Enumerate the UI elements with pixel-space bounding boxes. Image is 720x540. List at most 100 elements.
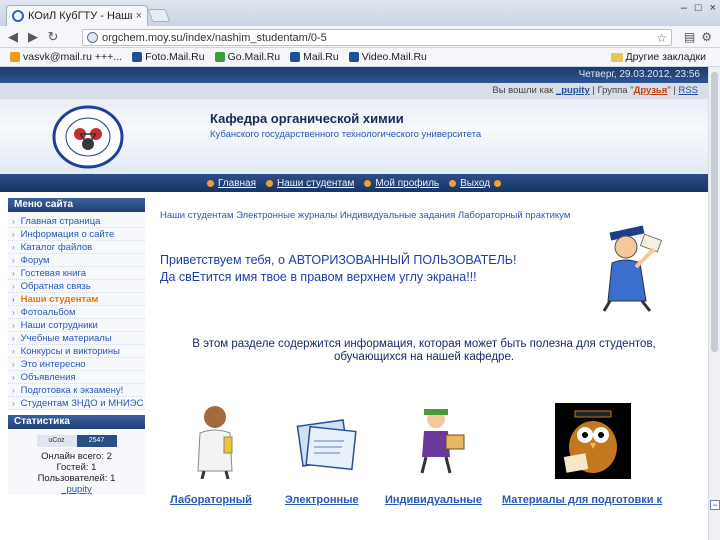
browser-tab[interactable]: КОиЛ КубГТУ - Наши студ × [6,5,148,26]
info-text: В этом разделе содержится информация, ко… [192,338,656,363]
tab-title: КОиЛ КубГТУ - Наши студ [28,10,132,22]
forward-arrow-icon[interactable]: ▶ [26,29,40,45]
maximize-icon[interactable]: □ [695,2,702,14]
arrow-icon: › [12,385,15,395]
nav-logout[interactable]: Выход [449,178,502,189]
online-user-link[interactable]: _pupity [8,484,145,495]
lab-link[interactable]: Лабораторный [170,494,252,506]
other-bookmarks[interactable]: Другие закладки [610,51,706,63]
reload-icon[interactable]: ↻ [46,29,60,45]
sidebar-item[interactable]: › Главная страница [8,215,145,228]
browser-toolbar: ◀ ▶ ↻ orgchem.moy.su/index/nashim_studen… [0,26,720,48]
site-banner: Кафедра органической химии Кубанского го… [0,99,708,174]
sidebar-item[interactable]: › Обратная связь [8,280,145,293]
individual-tasks-image[interactable] [410,405,470,477]
sidebar-item-active[interactable]: › Наши студентам [8,293,145,306]
site-favicon-icon [12,10,24,22]
visit-counter[interactable]: uCoz 2547 [36,435,117,447]
university-subtitle: Кубанского государственного технологичес… [210,129,482,140]
mail-icon [10,52,20,62]
username-link[interactable]: _pupity [556,85,590,96]
arrow-icon: › [12,359,15,369]
site-menu: › Главная страница › Информация о сайте › К… [8,212,145,410]
sidebar-item[interactable]: › Фотоальбом [8,306,145,319]
arrow-icon: › [12,216,15,226]
bullet-icon [494,179,502,187]
sidebar-item[interactable]: › Учебные материалы [8,332,145,345]
graduate-cartoon-icon [602,225,663,312]
arrow-icon: › [12,320,15,330]
department-title: Кафедра органической химии [210,111,404,126]
bullet-icon [449,179,457,187]
window-controls: – □ × [681,2,716,14]
journals-link[interactable]: Электронные [285,494,359,506]
online-count: Онлайн всего: 2 [41,451,112,462]
rss-link[interactable]: RSS [678,85,698,96]
wrench-icon[interactable]: ⚙ [701,30,712,44]
sidebar-item[interactable]: › Студентам ЗНДО и МНИЭС [8,397,145,410]
main-content: Наши студентам Электронные журналы Индив… [150,198,698,538]
bookmark-item[interactable]: Video.Mail.Ru [348,51,427,63]
arrow-icon: › [12,255,15,265]
zoom-minus-icon[interactable]: − [710,500,720,510]
group-link[interactable]: Друзья [634,85,668,96]
bookmarks-bar: vasvk@mail.ru +++... Foto.Mail.Ru Go.Mai… [0,48,720,67]
sidebar-item[interactable]: › Подготовка к экзамену! [8,384,145,397]
menu-heading: Меню сайта [8,198,145,212]
user-bar: Вы вошли как _pupity | Группа "Друзья" |… [0,83,708,99]
new-tab-button[interactable] [147,9,171,22]
nav-students[interactable]: Наши студентам [266,178,354,189]
sidebar-item[interactable]: › Конкурсы и викторины [8,345,145,358]
back-arrow-icon[interactable]: ◀ [6,29,20,45]
sidebar-item[interactable]: › Наши сотрудники [8,319,145,332]
arrow-icon: › [12,268,15,278]
guests-count: Гостей: 1 [56,462,97,473]
bookmark-item[interactable]: Mail.Ru [290,51,339,63]
lab-scientist-image[interactable] [190,403,240,479]
search-icon [214,52,225,62]
minimize-icon[interactable]: – [681,2,687,14]
nav-home[interactable]: Главная [206,178,256,189]
window-close-icon[interactable]: × [710,2,716,14]
sidebar-item[interactable]: › Это интересно [8,358,145,371]
page-menu-icon[interactable]: ▤ [684,30,695,44]
bookmark-item[interactable]: vasvk@mail.ru +++... [10,51,122,63]
exam-materials-link[interactable]: Материалы для подготовки к [502,494,662,506]
arrow-icon: › [12,294,15,304]
sidebar-item[interactable]: › Гостевая книга [8,267,145,280]
bookmark-item[interactable]: Go.Mail.Ru [214,51,280,63]
date-bar: Четверг, 29.03.2012, 23:56 [0,67,708,83]
stats-panel: uCoz 2547 Онлайн всего: 2 Гостей: 1 Поль… [8,429,145,495]
nav-profile[interactable]: Мой профиль [364,178,439,189]
arrow-icon: › [12,346,15,356]
url-text[interactable]: orgchem.moy.su/index/nashim_studentam/0-… [102,32,652,44]
bullet-icon [364,179,372,187]
tab-close-icon[interactable]: × [136,10,142,22]
arrow-icon: › [12,372,15,382]
sidebar-item[interactable]: › Информация о сайте [8,228,145,241]
electronic-journals-image[interactable] [292,413,362,473]
bullet-icon [206,179,214,187]
arrow-icon: › [12,307,15,317]
section-links[interactable]: Наши студентам Электронные журналы Индив… [160,210,570,221]
scrollbar-thumb[interactable] [711,72,718,352]
bullet-icon [266,179,273,187]
address-bar[interactable]: orgchem.moy.su/index/nashim_studentam/0-… [82,29,672,46]
mail-icon [290,52,301,62]
bookmark-item[interactable]: Foto.Mail.Ru [132,51,205,63]
greeting-line-2: Да свЕтится имя твое в правом верхнем уг… [160,270,477,284]
section-images [170,403,690,483]
department-logo-icon [52,105,124,169]
main-nav: Главная Наши студентам Мой профиль Выход [0,174,708,192]
vertical-scrollbar[interactable]: − [708,67,720,540]
folder-icon [610,52,623,62]
arrow-icon: › [12,229,15,239]
bookmark-star-icon[interactable]: ☆ [656,31,671,45]
arrow-icon: › [12,281,15,291]
sidebar-item[interactable]: › Объявления [8,371,145,384]
arrow-icon: › [12,398,15,408]
sidebar-item[interactable]: › Каталог файлов [8,241,145,254]
exam-prep-owl-image[interactable] [555,403,631,479]
sidebar-item[interactable]: › Форум [8,254,145,267]
tasks-link[interactable]: Индивидуальные [385,494,482,506]
